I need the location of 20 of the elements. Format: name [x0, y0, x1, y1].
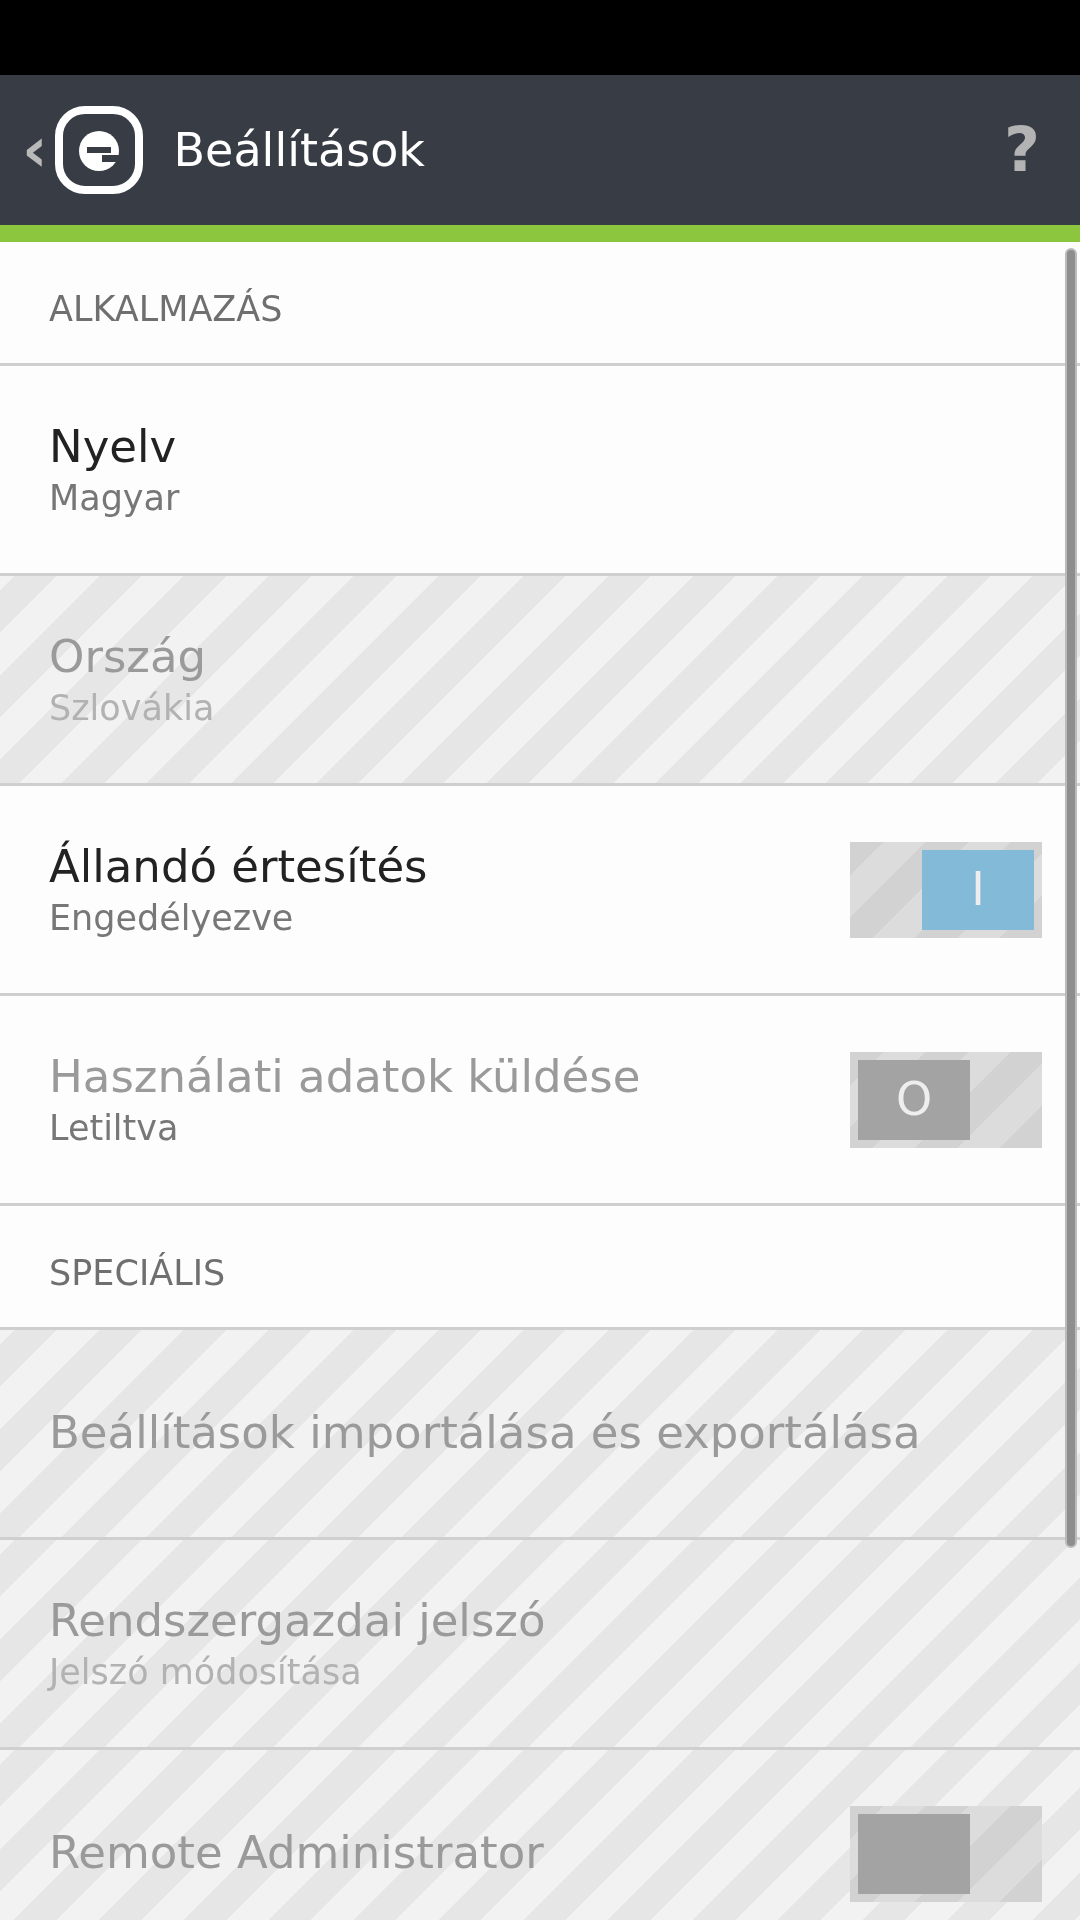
setting-title: Rendszergazdai jelszó: [49, 1592, 546, 1649]
setting-value: Magyar: [49, 477, 180, 520]
screen-title: Beállítások: [173, 121, 425, 179]
setting-value: Szlovákia: [49, 687, 215, 730]
setting-title: Remote Administrator: [49, 1825, 544, 1882]
logo-icon: [53, 105, 144, 195]
setting-title: Használati adatok küldése: [49, 1048, 641, 1105]
setting-value: Engedélyezve: [49, 897, 295, 940]
toggle-switch[interactable]: I: [850, 841, 1042, 938]
setting-title: Ország: [49, 628, 208, 685]
setting-value: Jelszó módosítása: [49, 1651, 363, 1694]
back-button[interactable]: ‹: [22, 119, 48, 181]
setting-title: Beállítások importálása és exportálása: [49, 1405, 921, 1462]
setting-title: Nyelv: [49, 418, 178, 475]
toggle-switch[interactable]: O: [850, 1051, 1042, 1148]
setting-value: Letiltva: [49, 1107, 180, 1150]
setting-title: Állandó értesítés: [49, 838, 428, 895]
section-header: ALKALMAZÁS: [49, 287, 283, 331]
help-button[interactable]: ?: [1004, 119, 1040, 181]
section-header: SPECIÁLIS: [49, 1251, 226, 1295]
